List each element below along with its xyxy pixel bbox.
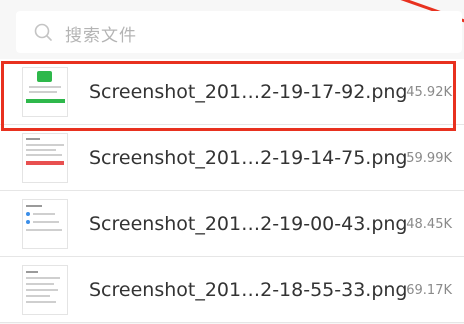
file-size: 45.92K bbox=[406, 85, 452, 100]
file-list: Screenshot_201…2-19-17-92.png 45.92K Scr… bbox=[0, 59, 464, 323]
image-thumbnail-icon bbox=[22, 133, 68, 183]
file-row[interactable]: Screenshot_201…2-19-00-43.png 48.45K bbox=[0, 191, 464, 257]
search-icon bbox=[34, 23, 52, 41]
file-size: 69.17K bbox=[406, 283, 452, 298]
search-input[interactable]: 搜索文件 bbox=[65, 21, 137, 46]
file-name: Screenshot_201…2-19-17-92.png bbox=[89, 81, 408, 103]
file-row[interactable]: Screenshot_201…2-19-14-75.png 59.99K bbox=[0, 125, 464, 191]
image-thumbnail-icon bbox=[22, 67, 68, 117]
file-name: Screenshot_201…2-19-00-43.png bbox=[89, 213, 408, 235]
file-picker-screen: 搜索文件 Screenshot_201…2-19-17-92.png 45.92… bbox=[0, 0, 464, 324]
search-bar[interactable]: 搜索文件 bbox=[16, 11, 462, 53]
file-size: 59.99K bbox=[406, 151, 452, 166]
image-thumbnail-icon bbox=[22, 265, 68, 315]
file-name: Screenshot_201…2-19-14-75.png bbox=[89, 147, 408, 169]
file-row[interactable]: Screenshot_201…2-19-17-92.png 45.92K bbox=[0, 59, 464, 125]
file-size: 48.45K bbox=[406, 217, 452, 232]
file-name: Screenshot_201…2-18-55-33.png bbox=[89, 279, 408, 301]
image-thumbnail-icon bbox=[22, 199, 68, 249]
file-row[interactable]: Screenshot_201…2-18-55-33.png 69.17K bbox=[0, 257, 464, 323]
